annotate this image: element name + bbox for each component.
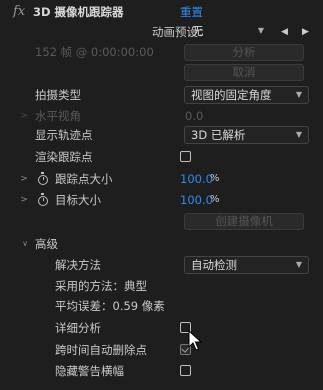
render-track-points-checkbox[interactable] (180, 151, 191, 162)
preset-dropdown[interactable]: 无 ▼ (186, 23, 270, 41)
stopwatch-icon[interactable] (38, 172, 48, 185)
solve-method-value: 自动检测 (191, 258, 237, 272)
effect-controls-panel: fx 3D 摄像机跟踪器 重置 动画预设： 无 ▼ ◀ ▶ 152 帧 @ 0:… (0, 0, 323, 390)
hide-warning-row: 隐藏警告横幅 (0, 361, 323, 381)
method-used-text: 采用的方法：典型 (55, 279, 147, 293)
disclosure-triangle-icon[interactable]: > (19, 111, 29, 121)
stopwatch-icon[interactable] (38, 193, 48, 206)
effect-title: 3D 摄像机跟踪器 (33, 5, 124, 19)
create-camera-row: 创建摄像机 (0, 212, 323, 232)
show-track-points-value: 3D 已解析 (191, 128, 246, 142)
chevron-down-icon: ▼ (295, 90, 302, 99)
solve-method-label: 解决方法 (55, 258, 101, 272)
next-preset-icon[interactable]: ▶ (302, 22, 309, 42)
detailed-analysis-row: 详细分析 (0, 318, 323, 338)
target-size-value[interactable]: 100.0 (180, 190, 213, 210)
animation-preset-row: 动画预设： 无 ▼ ◀ ▶ (0, 22, 323, 42)
analyze-row: 152 帧 @ 0:00:00:00 分析 (0, 42, 323, 62)
hide-warning-label: 隐藏警告横幅 (55, 364, 124, 378)
track-point-size-value[interactable]: 100.0 (180, 169, 213, 189)
render-track-points-label: 渲染跟踪点 (35, 150, 93, 164)
detailed-analysis-label: 详细分析 (55, 321, 101, 335)
disclosure-triangle-icon[interactable]: > (19, 195, 29, 205)
track-point-size-label: 跟踪点大小 (55, 172, 113, 186)
chevron-down-icon: ▼ (295, 260, 302, 269)
chevron-down-icon: ▼ (295, 130, 302, 139)
shot-type-label: 拍摄类型 (35, 88, 81, 102)
solve-method-dropdown[interactable]: 自动检测 ▼ (184, 256, 309, 274)
analyze-status: 152 帧 @ 0:00:00:00 (35, 45, 154, 59)
advanced-group-header[interactable]: ∨ 高级 (0, 234, 323, 254)
fx-icon[interactable]: fx (13, 2, 25, 22)
fov-row: > 水平视角 0.0 (0, 106, 323, 126)
effect-header: fx 3D 摄像机跟踪器 重置 (0, 2, 323, 22)
create-camera-button[interactable]: 创建摄像机 (184, 213, 304, 230)
preset-value: 无 (192, 24, 204, 38)
shot-type-value: 视图的固定角度 (191, 88, 272, 102)
hide-warning-checkbox[interactable] (180, 365, 191, 376)
target-size-row: > 目标大小 100.0 % (0, 190, 323, 210)
avg-error-row: 平均误差：0.59 像素 (0, 296, 323, 316)
advanced-label: 高级 (35, 237, 58, 251)
shot-type-row: 拍摄类型 视图的固定角度 ▼ (0, 85, 323, 105)
show-track-points-row: 显示轨迹点 3D 已解析 ▼ (0, 125, 323, 145)
avg-error-text: 平均误差：0.59 像素 (55, 299, 165, 313)
cancel-button[interactable]: 取消 (184, 64, 304, 81)
track-point-size-unit: % (210, 173, 220, 184)
show-track-points-dropdown[interactable]: 3D 已解析 ▼ (184, 126, 309, 144)
reset-link[interactable]: 重置 (180, 2, 203, 22)
fov-label: 水平视角 (35, 109, 81, 123)
expanded-triangle-icon[interactable]: ∨ (20, 239, 30, 249)
shot-type-dropdown[interactable]: 视图的固定角度 ▼ (184, 86, 309, 104)
track-point-size-row: > 跟踪点大小 100.0 % (0, 169, 323, 189)
analyze-button[interactable]: 分析 (184, 44, 304, 61)
show-track-points-label: 显示轨迹点 (35, 128, 93, 142)
mouse-cursor-icon (188, 330, 203, 351)
target-size-unit: % (210, 194, 220, 205)
chevron-down-icon: ▼ (257, 26, 264, 35)
auto-delete-row: 跨时间自动删除点 (0, 340, 323, 360)
disclosure-triangle-icon[interactable]: > (19, 174, 29, 184)
solve-method-row: 解决方法 自动检测 ▼ (0, 255, 323, 275)
prev-preset-icon[interactable]: ◀ (281, 22, 288, 42)
method-used-row: 采用的方法：典型 (0, 276, 323, 296)
auto-delete-label: 跨时间自动删除点 (55, 343, 147, 357)
target-size-label: 目标大小 (55, 193, 101, 207)
render-track-points-row: 渲染跟踪点 (0, 147, 323, 167)
fov-value[interactable]: 0.0 (185, 106, 203, 126)
cancel-row: 取消 (0, 63, 323, 83)
